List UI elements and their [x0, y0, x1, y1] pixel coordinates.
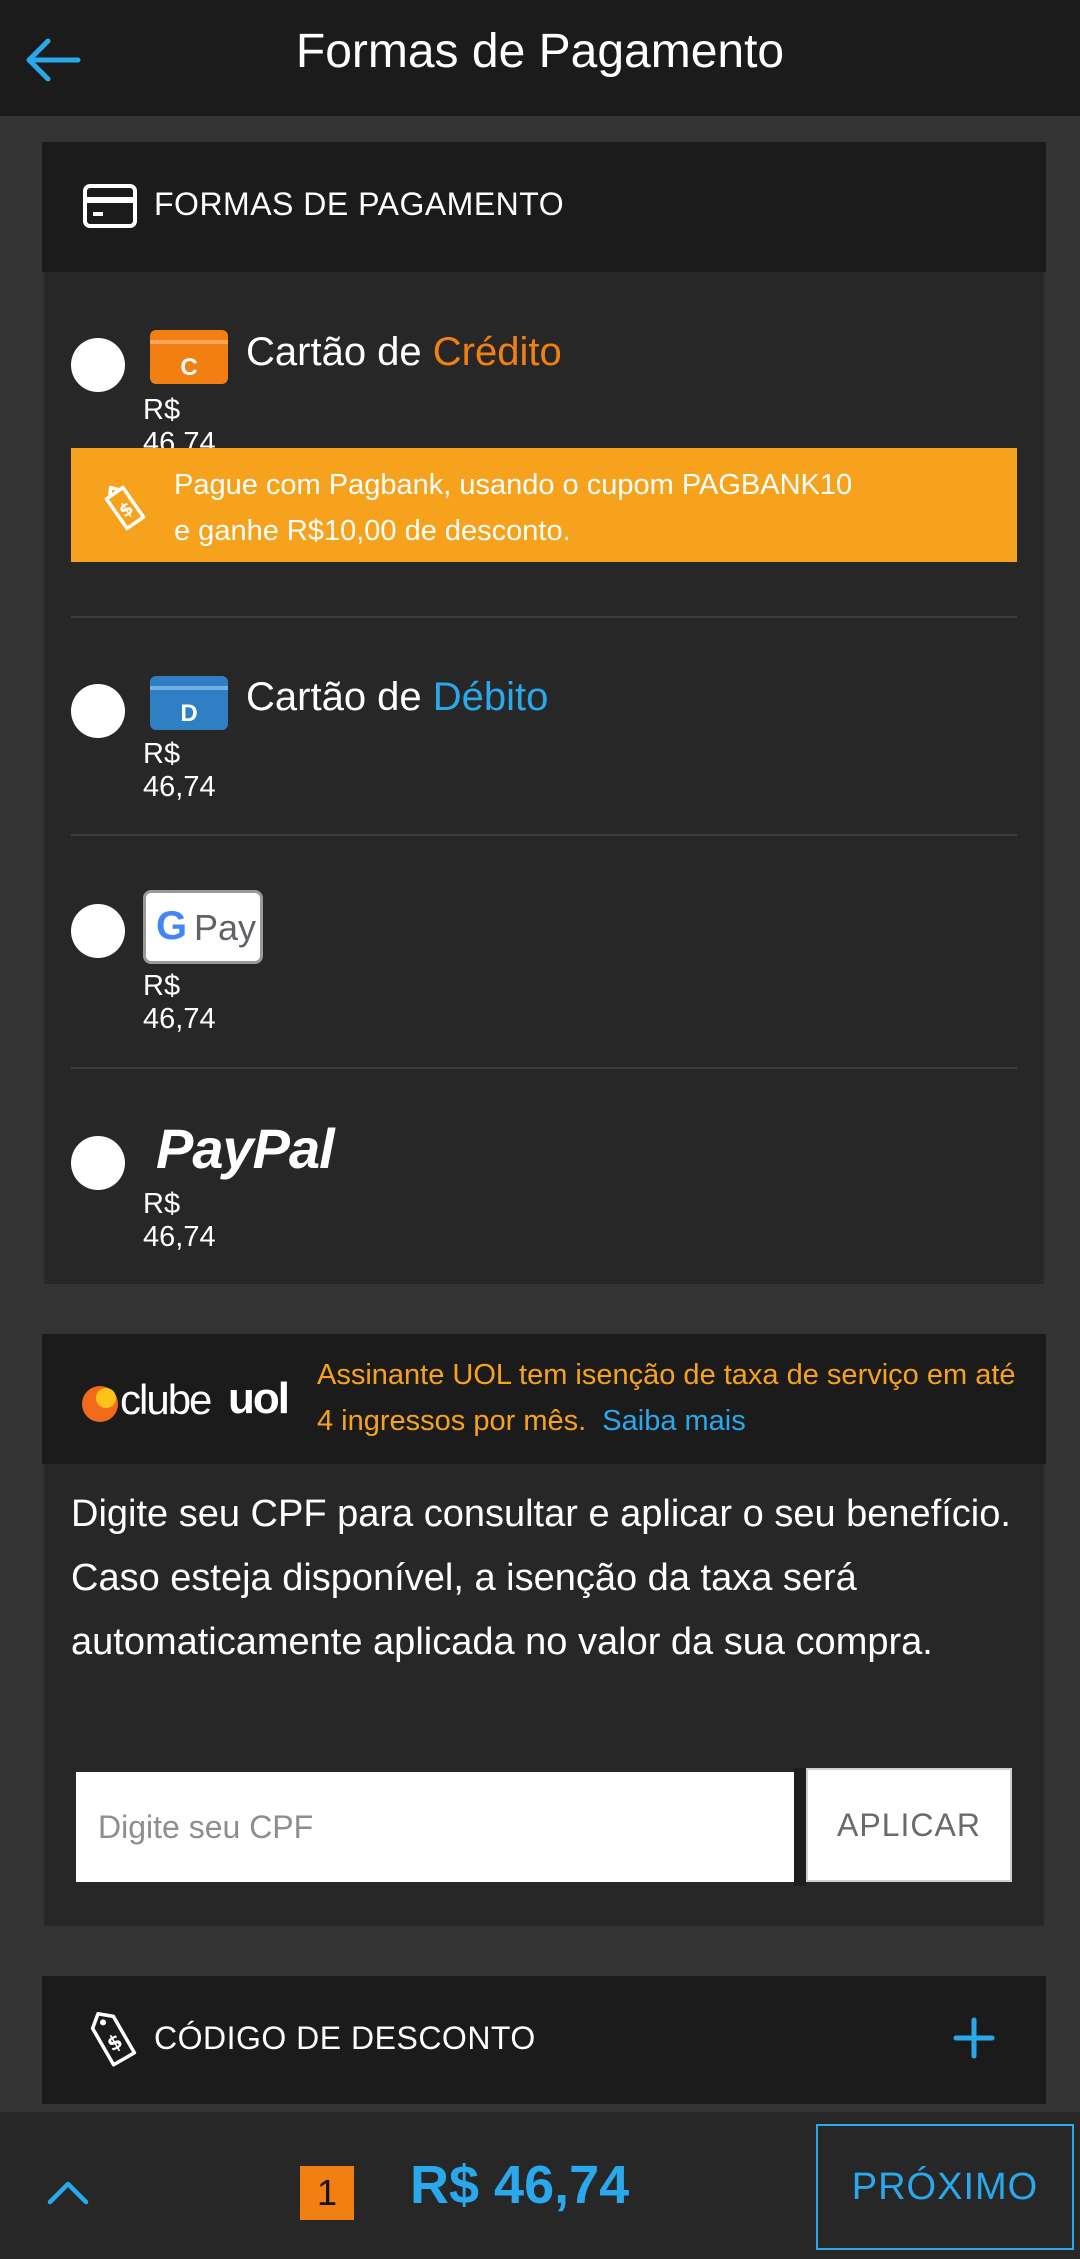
divider [71, 834, 1017, 836]
clube-uol-logo: clube uol [80, 1374, 295, 1428]
radio-credit[interactable] [71, 338, 125, 392]
debit-price: R$ 46,74 [143, 738, 216, 803]
discount-code-label: CÓDIGO DE DESCONTO [154, 2020, 536, 2056]
radio-debit[interactable] [71, 684, 125, 738]
payment-section-header: FORMAS DE PAGAMENTO [42, 142, 1046, 272]
credit-card-c-icon: C [150, 330, 228, 384]
promo-line-2: e ganhe R$10,00 de desconto. [174, 515, 571, 547]
order-total: R$ 46,74 [410, 2155, 630, 2215]
chevron-up-icon[interactable] [44, 2172, 92, 2212]
cpf-description: Digite seu CPF para consultar e aplicar … [71, 1493, 1011, 1663]
next-button[interactable]: PRÓXIMO [816, 2124, 1074, 2250]
divider [71, 1067, 1017, 1069]
saiba-mais-link[interactable]: Saiba mais [602, 1405, 745, 1437]
debit-method-label: Cartão de Débito [246, 675, 549, 719]
app-header: Formas de Pagamento [0, 0, 1080, 116]
plus-icon[interactable] [942, 2006, 1006, 2070]
debit-card-d-icon: D [150, 676, 228, 730]
clube-uol-logo-mark-icon [82, 1386, 118, 1422]
discount-tag-icon: $ [104, 485, 146, 531]
discount-code-section[interactable]: $ CÓDIGO DE DESCONTO [42, 1976, 1046, 2104]
payment-section-title: FORMAS DE PAGAMENTO [154, 186, 565, 222]
gpay-price: R$ 46,74 [143, 970, 216, 1035]
radio-paypal[interactable] [71, 1136, 125, 1190]
checkout-footer: 1 R$ 46,74 PRÓXIMO [0, 2112, 1080, 2259]
clube-uol-banner: clube uol Assinante UOL tem isenção de t… [42, 1334, 1046, 1464]
radio-gpay[interactable] [71, 904, 125, 958]
input-separator [794, 1768, 806, 1886]
paypal-logo: PayPal [156, 1117, 335, 1180]
paypal-price: R$ 46,74 [143, 1188, 216, 1253]
divider [71, 616, 1017, 618]
apply-button[interactable]: APLICAR [806, 1768, 1012, 1882]
promo-line-1: Pague com Pagbank, usando o cupom PAGBAN… [174, 469, 853, 501]
price-tag-icon: $ [90, 2012, 137, 2067]
clube-uol-notice: Assinante UOL tem isenção de taxa de ser… [317, 1359, 1016, 1437]
page-title: Formas de Pagamento [295, 25, 785, 78]
google-pay-logo: G Pay [143, 890, 263, 964]
pagbank-promo-banner: $ Pague com Pagbank, usando o cupom PAGB… [71, 448, 1017, 562]
ticket-quantity-badge: 1 [300, 2166, 354, 2220]
credit-card-icon [83, 184, 137, 228]
cpf-benefit-panel: Digite seu CPF para consultar e aplicar … [44, 1464, 1044, 1926]
cpf-input[interactable] [76, 1772, 794, 1882]
credit-method-label: Cartão de Crédito [246, 330, 562, 374]
